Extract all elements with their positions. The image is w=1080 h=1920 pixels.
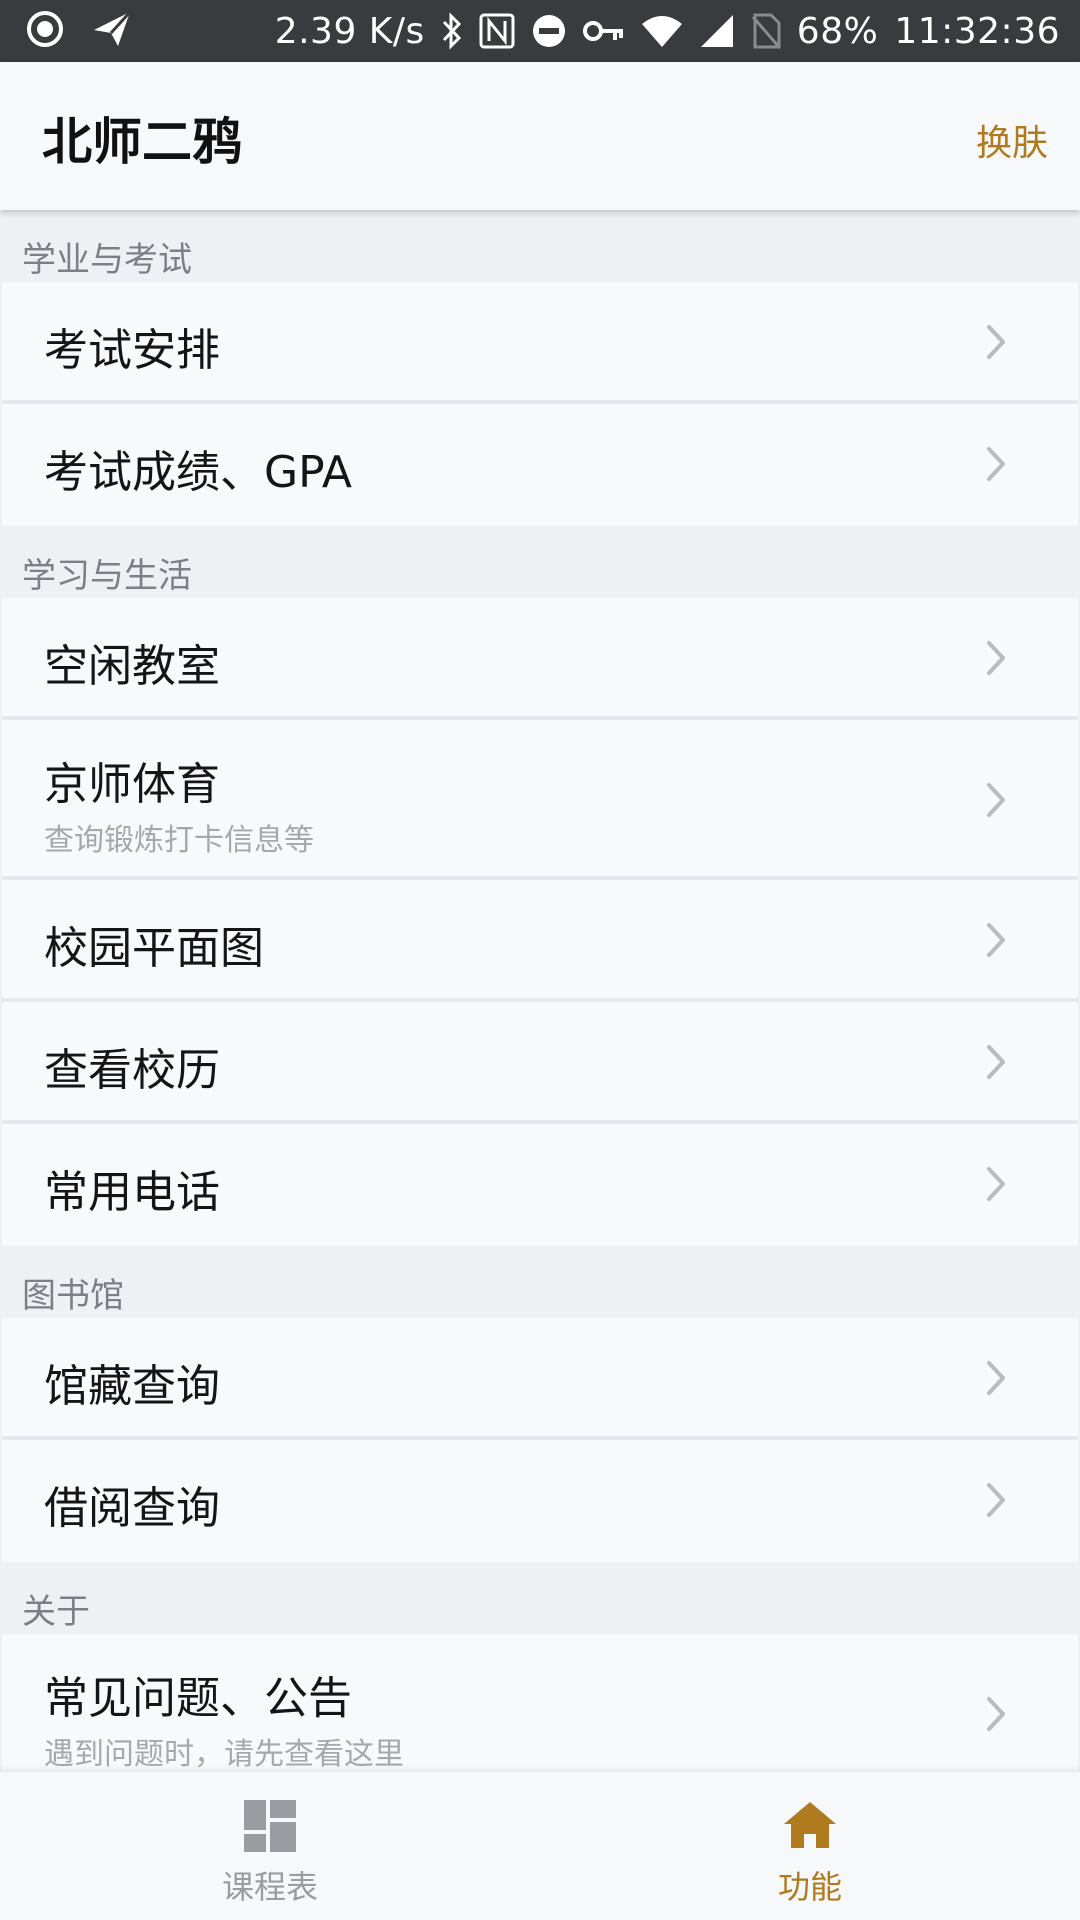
chevron-right-icon (976, 1042, 1016, 1082)
cell-signal-icon (699, 13, 735, 49)
list-item-title: 考试成绩、GPA (44, 447, 352, 498)
network-speed: 2.39 K/s (274, 10, 425, 52)
list-item[interactable]: 空闲教室 (2, 598, 1078, 720)
vpn-key-icon (582, 16, 625, 46)
list-item[interactable]: 借阅查询 (2, 1440, 1078, 1562)
section-header: 图书馆 (0, 1246, 1080, 1318)
list-item[interactable]: 常用电话 (2, 1124, 1078, 1246)
list-item-title: 空闲教室 (44, 641, 220, 692)
nfc-icon (479, 13, 515, 49)
chevron-right-icon (976, 1358, 1016, 1398)
app-screen: 2.39 K/s 68% 11:32:36 北师二鸦 换肤 学业与考试 考试安排… (0, 0, 1080, 1920)
list-item-title: 馆藏查询 (44, 1361, 220, 1412)
chevron-right-icon (976, 1480, 1016, 1520)
list-item[interactable]: 查看校历 (2, 1002, 1078, 1124)
wifi-icon (641, 14, 683, 48)
list-item-title: 常见问题、公告 (44, 1673, 352, 1724)
section-header: 学习与生活 (0, 526, 1080, 598)
list-item-subtitle: 遇到问题时，请先查看这里 (44, 1737, 404, 1772)
chevron-right-icon (976, 638, 1016, 678)
chevron-right-icon (976, 1164, 1016, 1204)
bluetooth-icon (441, 12, 463, 50)
bottom-tab-bar: 课程表 功能 (0, 1772, 1080, 1920)
feature-list: 学业与考试考试安排考试成绩、GPA 学习与生活空闲教室京师体育查询锻炼打卡信息等校… (0, 210, 1080, 1772)
list-item[interactable]: 考试成绩、GPA (2, 404, 1078, 526)
dashboard-icon (242, 1798, 298, 1854)
list-item-title: 借阅查询 (44, 1483, 220, 1534)
tab-timetable[interactable]: 课程表 (0, 1772, 540, 1920)
clock: 11:32:36 (894, 10, 1060, 52)
chevron-right-icon (976, 780, 1016, 820)
list-item-title: 校园平面图 (44, 923, 264, 974)
chevron-right-icon (976, 322, 1016, 362)
record-icon (26, 10, 64, 48)
chevron-right-icon (976, 1694, 1016, 1734)
list-item[interactable]: 常见问题、公告遇到问题时，请先查看这里 (2, 1634, 1078, 1772)
chevron-right-icon (976, 444, 1016, 484)
home-icon (782, 1798, 838, 1854)
list-item-title: 考试安排 (44, 325, 220, 376)
dnd-icon (531, 13, 567, 49)
battery-level: 68% (796, 10, 879, 52)
app-header: 北师二鸦 换肤 (0, 62, 1080, 210)
list-item-title: 查看校历 (44, 1045, 220, 1096)
section-header: 学业与考试 (0, 210, 1080, 282)
tab-label: 功能 (777, 1868, 842, 1906)
send-icon (92, 10, 132, 48)
list-item-subtitle: 查询锻炼打卡信息等 (44, 823, 314, 858)
tab-label: 课程表 (221, 1868, 318, 1906)
list-item[interactable]: 校园平面图 (2, 880, 1078, 1002)
list-item[interactable]: 馆藏查询 (2, 1318, 1078, 1440)
list-item-title: 京师体育 (44, 759, 220, 810)
status-bar: 2.39 K/s 68% 11:32:36 (0, 0, 1080, 62)
tab-functions[interactable]: 功能 (540, 1772, 1080, 1920)
section-header: 关于 (0, 1562, 1080, 1634)
page-title: 北师二鸦 (42, 113, 242, 171)
list-item[interactable]: 京师体育查询锻炼打卡信息等 (2, 720, 1078, 880)
list-item-title: 常用电话 (44, 1167, 220, 1218)
list-item[interactable]: 考试安排 (2, 282, 1078, 404)
chevron-right-icon (976, 920, 1016, 960)
change-skin-button[interactable]: 换肤 (976, 114, 1048, 166)
no-sim-icon (751, 13, 781, 49)
